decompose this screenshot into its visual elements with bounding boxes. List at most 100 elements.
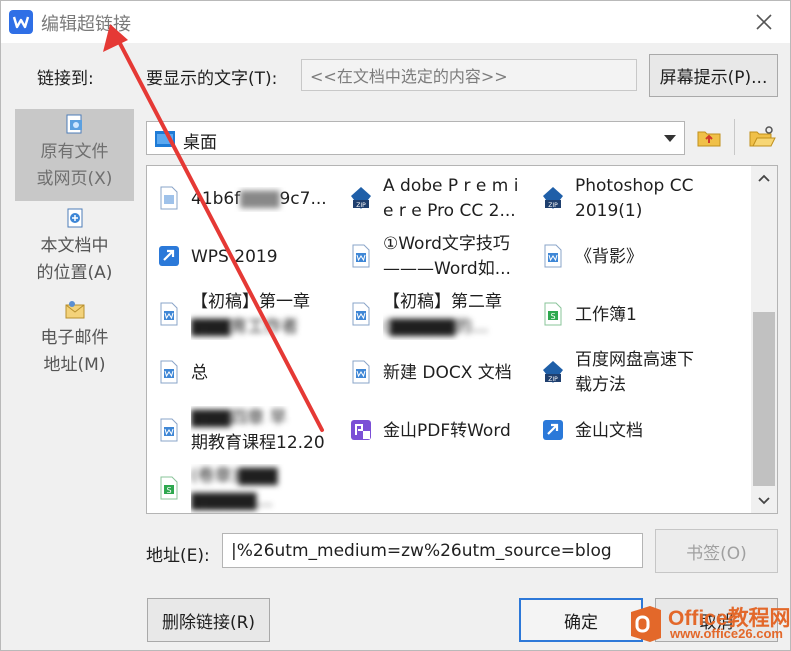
file-name-line1: 【初稿】第二章 — [383, 292, 502, 312]
address-label: 地址(E): — [146, 546, 210, 566]
dialog-title: 编辑超链接 — [41, 14, 131, 35]
file-name: 41b6f — [191, 189, 241, 209]
nav-item-place-in-document[interactable]: 本文档中的位置(A) — [15, 203, 134, 295]
toolbar-divider — [734, 119, 735, 155]
list-item[interactable]: ①Word文字技巧 ———Word如... — [345, 228, 535, 284]
browse-folder-icon[interactable] — [747, 122, 777, 152]
file-name-line2: e r e Pro CC 2... — [383, 201, 516, 221]
display-text-field[interactable]: <<在文档中选定的内容>> — [301, 59, 637, 91]
list-item[interactable]: ZIP A dobe P r e m i e r e Pro CC 2... — [345, 170, 535, 226]
list-item[interactable]: S (卷章)▇▇▇ ▇▇▇▇▇... — [153, 460, 343, 513]
nav-label-line1: 本文档中 — [40, 236, 109, 256]
list-item[interactable]: 金山PDF转Word — [345, 402, 535, 458]
file-name: 《背影》 — [575, 247, 643, 267]
list-item[interactable]: 金山文档 — [537, 402, 727, 458]
svg-text:ZIP: ZIP — [548, 202, 558, 209]
list-item[interactable]: WPS 2019 — [153, 228, 343, 284]
document-icon — [157, 186, 181, 210]
watermark-line2: www.office26.com — [670, 626, 783, 641]
address-input[interactable]: |%26utm_medium=zw%26utm_source=blog — [222, 533, 643, 568]
screen-tip-button[interactable]: 屏幕提示(P)... — [649, 54, 778, 97]
watermark: Office教程网 www.office26.com — [626, 600, 791, 648]
list-item[interactable]: S 工作簿1 — [537, 286, 727, 342]
folder-up-icon[interactable] — [694, 122, 724, 152]
file-name-end: 9c7... — [279, 189, 327, 209]
shortcut-icon — [157, 244, 181, 268]
list-item[interactable]: 《背影》 — [537, 228, 727, 284]
file-name-line1: 【初稿】第一章 — [191, 292, 310, 312]
nav-label-line2: 地址(M) — [43, 355, 106, 375]
file-name-line1: (卷章)▇▇▇ — [191, 466, 278, 486]
file-name: 总 — [191, 363, 208, 383]
spreadsheet-icon: S — [541, 302, 565, 326]
look-in-folder-select[interactable]: 桌面 — [146, 121, 685, 155]
file-name-line2: (▇▇▇▇▇的... — [383, 317, 489, 337]
scrollbar-thumb[interactable] — [753, 312, 775, 486]
file-name-line2: ▇▇▇育工作者 — [191, 317, 299, 337]
zip-archive-icon: ZIP — [541, 186, 565, 210]
nav-item-email-address[interactable]: 电子邮件地址(M) — [15, 295, 134, 387]
current-folder: 桌面 — [183, 133, 217, 153]
file-name-line1: ①Word文字技巧 — [383, 234, 510, 254]
file-name-line1: 百度网盘高速下 — [575, 350, 694, 370]
nav-label-line1: 原有文件 — [40, 142, 109, 162]
close-icon[interactable] — [750, 9, 778, 35]
file-name-line1: ▇▇▇四章 早 — [191, 408, 287, 428]
chevron-down-icon[interactable] — [664, 135, 676, 142]
wps-document-icon — [349, 360, 373, 384]
list-item[interactable]: 41b6f▇▇▇9c7... — [153, 170, 343, 226]
folder-icon — [155, 130, 175, 147]
wps-document-icon — [157, 302, 181, 326]
nav-label-line2: 或网页(X) — [36, 169, 113, 189]
spreadsheet-icon: S — [157, 476, 181, 500]
file-list[interactable]: 41b6f▇▇▇9c7... ZIP A dobe P r e m i e r e… — [146, 165, 778, 514]
file-name: 新建 DOCX 文档 — [383, 363, 512, 383]
file-name: 金山文档 — [575, 421, 643, 441]
link-type-nav: 原有文件或网页(X) 本文档中的位置(A) 电子邮件地址(M) — [15, 107, 134, 505]
bookmark-button[interactable]: 书签(O) — [655, 529, 778, 573]
email-address-icon — [64, 299, 86, 321]
title-bar: 编辑超链接 — [1, 1, 790, 43]
shortcut-icon — [541, 418, 565, 442]
nav-item-existing-file[interactable]: 原有文件或网页(X) — [15, 109, 134, 201]
svg-text:S: S — [166, 486, 171, 495]
zip-archive-icon: ZIP — [541, 360, 565, 384]
pdf-converter-icon — [349, 418, 373, 442]
svg-text:ZIP: ZIP — [356, 202, 366, 209]
list-item[interactable]: ▇▇▇四章 早期教育课程12.20 — [153, 402, 343, 458]
remove-link-button[interactable]: 删除链接(R) — [147, 598, 270, 642]
scroll-down-icon[interactable] — [751, 487, 777, 513]
list-item[interactable]: ZIP Photoshop CC 2019(1) — [537, 170, 727, 226]
list-item[interactable]: 【初稿】第一章 ▇▇▇育工作者 — [153, 286, 343, 342]
file-name-line1: A dobe P r e m i — [383, 176, 519, 196]
file-name-line2: 2019(1) — [575, 201, 643, 221]
nav-label-line1: 电子邮件 — [40, 328, 109, 348]
place-in-document-icon — [64, 207, 86, 229]
file-name-line1: Photoshop CC — [575, 176, 694, 196]
list-item[interactable]: 总 — [153, 344, 343, 400]
svg-text:S: S — [550, 312, 555, 321]
file-name: 工作簿1 — [575, 305, 637, 325]
file-name-blurred: ▇▇▇ — [240, 189, 280, 209]
display-text-label: 要显示的文字(T): — [146, 69, 278, 89]
list-item[interactable]: ZIP 百度网盘高速下 载方法 — [537, 344, 727, 400]
file-name-line2: 期教育课程12.20 — [191, 433, 325, 453]
wps-document-icon — [349, 244, 373, 268]
existing-file-icon — [64, 113, 86, 135]
nav-label-line2: 的位置(A) — [36, 263, 113, 283]
list-item[interactable]: 新建 DOCX 文档 — [345, 344, 535, 400]
wps-document-icon — [349, 302, 373, 326]
wps-document-icon — [157, 418, 181, 442]
scroll-up-icon[interactable] — [751, 166, 777, 192]
office-logo-icon — [628, 604, 664, 644]
file-name: 金山PDF转Word — [383, 421, 511, 441]
edit-hyperlink-dialog: 编辑超链接 链接到: 要显示的文字(T): <<在文档中选定的内容>> 屏幕提示… — [0, 0, 791, 651]
list-item[interactable]: 【初稿】第二章 (▇▇▇▇▇的... — [345, 286, 535, 342]
zip-archive-icon: ZIP — [349, 186, 373, 210]
svg-text:ZIP: ZIP — [548, 376, 558, 383]
vertical-scrollbar[interactable] — [751, 166, 777, 513]
file-name: WPS 2019 — [191, 247, 278, 267]
wps-document-icon — [541, 244, 565, 268]
file-name-line2: 载方法 — [575, 375, 626, 395]
ok-button[interactable]: 确定 — [519, 598, 643, 642]
